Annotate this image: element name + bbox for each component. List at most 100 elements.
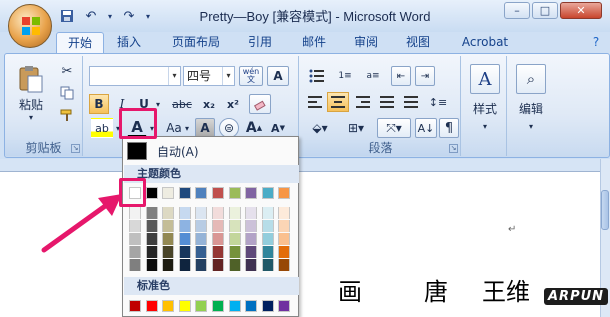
styles-dropdown-icon[interactable]: ▾ (465, 116, 505, 136)
theme-tint-swatch[interactable] (228, 246, 241, 258)
editing-button[interactable]: 编辑 (511, 98, 551, 118)
theme-color-swatch[interactable] (245, 187, 258, 199)
superscript-button[interactable]: x² (223, 94, 243, 114)
theme-tint-swatch[interactable] (245, 207, 258, 219)
theme-tint-swatch[interactable] (245, 220, 258, 232)
bold-button[interactable]: B (89, 94, 109, 114)
styles-icon[interactable]: A (470, 64, 500, 94)
clear-formatting-icon[interactable] (249, 94, 271, 114)
undo-dropdown-icon[interactable]: ▾ (106, 7, 114, 25)
theme-tint-swatch[interactable] (261, 220, 274, 232)
tab-mailings[interactable]: 邮件 (294, 32, 334, 54)
tab-acrobat[interactable]: Acrobat (452, 32, 518, 54)
grow-font-button[interactable]: A ▲ (243, 118, 265, 138)
theme-tint-swatch[interactable] (195, 259, 208, 271)
theme-tint-swatch[interactable] (145, 233, 158, 245)
subscript-button[interactable]: x₂ (199, 94, 219, 114)
shading-icon[interactable]: ⬙▾ (305, 118, 335, 138)
font-size-dropdown-icon[interactable]: ▾ (222, 67, 234, 85)
theme-tint-swatch[interactable] (195, 207, 208, 219)
theme-tint-swatch[interactable] (162, 233, 175, 245)
multilevel-list-icon[interactable]: a≡ (361, 66, 385, 86)
align-center-icon[interactable] (327, 92, 349, 112)
theme-tint-swatch[interactable] (278, 220, 291, 232)
theme-tint-swatch[interactable] (245, 259, 258, 271)
theme-tint-swatch[interactable] (261, 259, 274, 271)
font-name-dropdown-icon[interactable]: ▾ (168, 67, 180, 85)
theme-color-swatch[interactable] (212, 187, 224, 199)
minimize-button[interactable]: – (504, 2, 530, 19)
close-button[interactable]: ✕ (560, 2, 602, 19)
theme-tint-swatch[interactable] (278, 233, 291, 245)
theme-tint-swatch[interactable] (178, 233, 191, 245)
standard-color-swatch[interactable] (245, 300, 258, 312)
theme-tint-swatch[interactable] (228, 233, 241, 245)
theme-color-swatch[interactable] (162, 187, 175, 199)
theme-tint-swatch[interactable] (145, 246, 158, 258)
font-name-combo[interactable]: ▾ (89, 66, 181, 86)
office-button[interactable] (8, 4, 52, 48)
standard-color-swatch[interactable] (278, 300, 291, 312)
theme-tint-swatch[interactable] (195, 246, 208, 258)
show-marks-icon[interactable]: ¶ (439, 118, 459, 138)
chinese-layout-icon[interactable]: ⤧▾ (377, 118, 411, 138)
theme-tint-swatch[interactable] (178, 246, 191, 258)
enclose-characters-icon[interactable]: ⊜ (219, 118, 239, 138)
tab-view[interactable]: 视图 (398, 32, 438, 54)
sort-icon[interactable]: A↓ (415, 118, 437, 138)
theme-tint-swatch[interactable] (212, 207, 224, 219)
save-icon[interactable] (58, 7, 76, 25)
tab-references[interactable]: 引用 (240, 32, 280, 54)
theme-tint-swatch[interactable] (228, 259, 241, 271)
bullets-icon[interactable] (305, 66, 329, 86)
theme-tint-swatch[interactable] (145, 220, 158, 232)
theme-tint-swatch[interactable] (245, 233, 258, 245)
theme-tint-swatch[interactable] (212, 259, 224, 271)
standard-color-swatch[interactable] (261, 300, 274, 312)
theme-tint-swatch[interactable] (145, 259, 158, 271)
theme-tint-swatch[interactable] (278, 207, 291, 219)
redo-icon[interactable]: ↷ (120, 7, 138, 25)
character-border-button[interactable]: A (267, 66, 289, 86)
theme-tint-swatch[interactable] (178, 220, 191, 232)
font-size-combo[interactable]: 四号 ▾ (183, 66, 235, 86)
paste-button[interactable]: 粘贴 ▾ (11, 62, 51, 124)
theme-tint-swatch[interactable] (178, 259, 191, 271)
theme-tint-swatch[interactable] (212, 233, 224, 245)
distribute-icon[interactable] (401, 92, 421, 112)
standard-color-swatch[interactable] (178, 300, 191, 312)
align-left-icon[interactable] (305, 92, 325, 112)
phonetic-guide-button[interactable]: wén 文 (239, 66, 263, 86)
theme-color-swatch[interactable] (228, 187, 241, 199)
decrease-indent-icon[interactable]: ⇤ (391, 66, 411, 86)
theme-tint-swatch[interactable] (228, 207, 241, 219)
numbering-icon[interactable]: 1≡ (333, 66, 357, 86)
help-icon[interactable]: ? (588, 32, 604, 54)
maximize-button[interactable]: □ (532, 2, 558, 19)
theme-tint-swatch[interactable] (129, 259, 141, 271)
theme-tint-swatch[interactable] (162, 246, 175, 258)
theme-tint-swatch[interactable] (212, 246, 224, 258)
character-shading-button[interactable]: A (195, 118, 215, 138)
theme-tint-swatch[interactable] (261, 233, 274, 245)
scrollbar-thumb[interactable] (601, 190, 609, 230)
standard-color-swatch[interactable] (228, 300, 241, 312)
align-right-icon[interactable] (353, 92, 373, 112)
theme-color-swatch[interactable] (178, 187, 191, 199)
theme-tint-swatch[interactable] (261, 207, 274, 219)
auto-color-option[interactable]: 自动(A) (157, 143, 199, 160)
tab-page-layout[interactable]: 页面布局 (164, 32, 228, 54)
binoculars-icon[interactable]: ⌕ (516, 64, 546, 94)
increase-indent-icon[interactable]: ⇥ (415, 66, 435, 86)
theme-tint-swatch[interactable] (145, 207, 158, 219)
theme-tint-swatch[interactable] (228, 220, 241, 232)
standard-color-swatch[interactable] (195, 300, 208, 312)
auto-color-swatch[interactable] (127, 142, 147, 160)
shrink-font-button[interactable]: A ▼ (267, 118, 289, 138)
styles-button[interactable]: 样式 (465, 98, 505, 118)
theme-tint-swatch[interactable] (162, 259, 175, 271)
theme-tint-swatch[interactable] (261, 246, 274, 258)
standard-color-swatch[interactable] (212, 300, 224, 312)
theme-color-swatch[interactable] (145, 187, 158, 199)
undo-icon[interactable]: ↶ (82, 7, 100, 25)
